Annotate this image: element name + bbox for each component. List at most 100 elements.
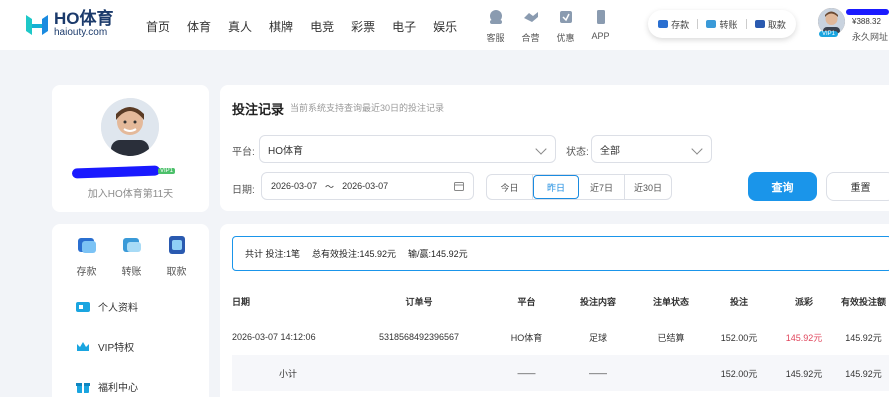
sidebar-item-label: 福利中心 xyxy=(98,383,138,394)
cell-valid-bet: 145.92元 xyxy=(845,332,882,343)
chevron-down-icon xyxy=(691,143,703,155)
vip-badge: VIP1 xyxy=(819,31,839,37)
date-range-picker[interactable]: 2026-03-07 ～ 2026-03-07 xyxy=(261,172,474,200)
customer-service-icon xyxy=(489,10,502,24)
status-select[interactable]: 全部 xyxy=(591,135,712,163)
summary-bar: 共计 投注:1笔 总有效投注:145.92元 输/赢:145.92元 xyxy=(232,236,889,271)
sidebar-item-vip[interactable]: VIP特权 xyxy=(76,339,134,354)
cell-status: 已结算 xyxy=(657,332,685,343)
cell-subtotal-order xyxy=(344,355,494,391)
status-label: 状态: xyxy=(566,147,589,158)
cell-platform: HO体育 xyxy=(510,332,543,343)
withdraw-icon xyxy=(168,236,185,254)
page-title: 投注记录 xyxy=(232,102,285,117)
nav-item-home[interactable]: 首页 xyxy=(146,18,170,35)
table-row: 2026-03-07 14:12:06 5318568492396567 HO体… xyxy=(232,319,889,355)
avatar xyxy=(101,98,159,156)
transfer-label: 转账 xyxy=(121,267,142,278)
quick-date-7days[interactable]: 近7日 xyxy=(579,175,625,199)
permanent-url-link[interactable]: 永久网址 xyxy=(852,30,888,43)
quick-withdraw-button[interactable]: 取款 xyxy=(754,18,786,31)
nav-item-lottery[interactable]: 彩票 xyxy=(351,18,375,35)
divider xyxy=(697,19,699,29)
quick-date-today[interactable]: 今日 xyxy=(487,175,533,199)
redacted-username xyxy=(71,165,161,179)
sidebar-item-welfare[interactable]: 福利中心 xyxy=(76,379,138,394)
header-payout: 派彩 xyxy=(794,296,813,307)
main-nav: 首页 体育 真人 棋牌 电竞 彩票 电子 娱乐 xyxy=(146,18,474,35)
header-stake: 投注 xyxy=(729,296,748,307)
quick-transfer-button[interactable]: 转账 xyxy=(706,18,738,31)
cell-stake: 152.00元 xyxy=(720,332,758,343)
cell-bet-content: 足球 xyxy=(588,332,607,343)
tool-app[interactable]: APP xyxy=(583,8,618,44)
withdraw-button[interactable]: 取款 xyxy=(154,234,199,278)
transfer-icon xyxy=(122,238,141,252)
cell-subtotal-label: 小计 xyxy=(232,355,344,391)
gift-icon xyxy=(76,382,90,393)
brand-domain: haiouty.com xyxy=(54,27,108,38)
tool-promotion[interactable]: 优惠 xyxy=(548,8,583,44)
cell-subtotal-platform: —— xyxy=(494,355,559,391)
fund-actions: 存款 转账 取款 xyxy=(64,234,199,278)
page-subtitle: 当前系统支持查询最近30日的投注记录 xyxy=(290,103,445,113)
records-panel: 共计 投注:1笔 总有效投注:145.92元 输/赢:145.92元 日期 订单… xyxy=(220,224,889,397)
reset-button[interactable]: 重置 xyxy=(826,172,889,201)
summary-winloss: 输/赢:145.92元 xyxy=(408,249,468,259)
quick-transfer-label: 转账 xyxy=(719,19,738,30)
transfer-icon xyxy=(706,20,717,28)
summary-valid: 总有效投注:145.92元 xyxy=(312,249,397,259)
profile-card: VIP1 加入HO体育第11天 xyxy=(52,85,209,212)
nav-item-slots[interactable]: 电子 xyxy=(392,18,416,35)
balance: ¥388.32 xyxy=(852,17,881,26)
date-separator: ～ xyxy=(325,181,335,192)
platform-value: HO体育 xyxy=(268,145,303,157)
quick-actions: 存款 转账 取款 xyxy=(648,10,796,38)
nav-item-sports[interactable]: 体育 xyxy=(187,18,211,35)
sidebar-menu: 存款 转账 取款 个人资料 VIP特权 福利中心 xyxy=(52,224,209,397)
quick-date-group: 今日 昨日 近7日 近30日 xyxy=(486,174,672,200)
nav-item-entertainment[interactable]: 娱乐 xyxy=(433,18,457,35)
status-value: 全部 xyxy=(600,145,620,157)
cell-subtotal-stake: 152.00元 xyxy=(705,355,773,391)
vip-badge: VIP1 xyxy=(158,168,176,174)
nav-item-live[interactable]: 真人 xyxy=(228,18,252,35)
query-button[interactable]: 查询 xyxy=(748,172,817,201)
cell-subtotal-valid: 145.92元 xyxy=(835,355,889,391)
deposit-icon xyxy=(658,20,669,28)
nav-item-esports[interactable]: 电竞 xyxy=(310,18,334,35)
deposit-label: 存款 xyxy=(76,267,97,278)
sidebar-item-label: 个人资料 xyxy=(98,303,138,314)
header-tools: 客服 合营 优惠 APP xyxy=(478,8,618,44)
phone-icon xyxy=(596,10,605,24)
logo[interactable]: HO体育 haiouty.com xyxy=(24,10,114,39)
quick-date-30days[interactable]: 近30日 xyxy=(625,175,671,199)
bet-records-table: 日期 订单号 平台 投注内容 注单状态 投注 派彩 有效投注额 2026-03-… xyxy=(232,283,889,391)
cell-payout: 145.92元 xyxy=(785,332,823,343)
date-start: 2026-03-07 xyxy=(271,181,318,191)
quick-deposit-label: 存款 xyxy=(671,19,690,30)
brand-name: HO体育 xyxy=(54,9,114,28)
deposit-button[interactable]: 存款 xyxy=(64,234,109,278)
tool-customer-service[interactable]: 客服 xyxy=(478,8,513,44)
quick-deposit-button[interactable]: 存款 xyxy=(658,18,689,31)
sidebar-item-profile[interactable]: 个人资料 xyxy=(76,299,138,314)
platform-select[interactable]: HO体育 xyxy=(259,135,556,163)
withdraw-icon xyxy=(754,20,765,28)
filter-panel: 投注记录 当前系统支持查询最近30日的投注记录 平台: HO体育 状态: 全部 … xyxy=(220,85,889,211)
platform-label: 平台: xyxy=(232,147,255,158)
deposit-icon xyxy=(77,238,96,253)
user-mini-profile[interactable]: VIP1 ¥388.32 永久网址 xyxy=(818,6,889,44)
date-label: 日期: xyxy=(232,185,255,196)
quick-withdraw-label: 取款 xyxy=(767,19,786,30)
tool-partnership[interactable]: 合营 xyxy=(513,8,548,44)
header-order-no: 订单号 xyxy=(405,296,433,307)
top-header: HO体育 haiouty.com 首页 体育 真人 棋牌 电竞 彩票 电子 娱乐… xyxy=(0,0,889,50)
cell-subtotal-content: —— xyxy=(559,355,637,391)
transfer-button[interactable]: 转账 xyxy=(109,234,154,278)
tool-label: APP xyxy=(591,31,610,41)
summary-count: 共计 投注:1笔 xyxy=(245,249,301,259)
nav-item-chess[interactable]: 棋牌 xyxy=(269,18,293,35)
header-valid-bet: 有效投注额 xyxy=(840,296,886,307)
quick-date-yesterday[interactable]: 昨日 xyxy=(533,175,579,199)
